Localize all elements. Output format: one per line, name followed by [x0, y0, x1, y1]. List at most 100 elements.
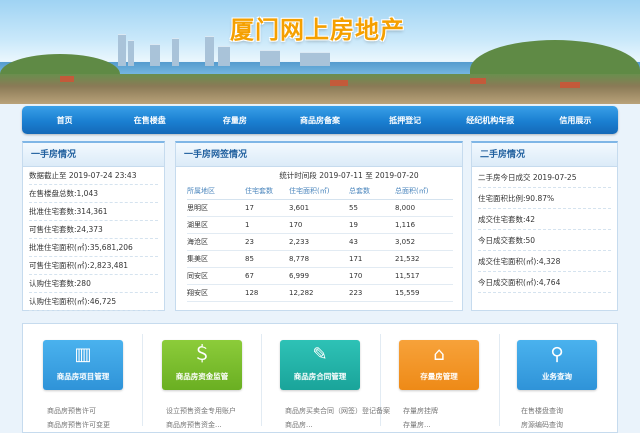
cell: 23 [245, 233, 289, 251]
col-res-area: 住宅面积(㎡) [289, 183, 349, 200]
site-title: 厦门网上房地产 [230, 15, 405, 44]
card-sublink[interactable]: 房源编码查询 [521, 420, 563, 430]
banner-building [172, 38, 179, 66]
first-hand-stat: 可售住宅面积(㎡):2,823,481 [29, 257, 158, 275]
banner-building [118, 34, 126, 66]
divider [499, 334, 500, 426]
card-sublink[interactable]: 商品房预售许可 [47, 406, 96, 416]
cell: 15,559 [395, 284, 453, 302]
cell: 43 [349, 233, 395, 251]
second-hand-stat: 成交住宅套数:42 [478, 209, 611, 230]
nav-mortgage[interactable]: 抵押登记 [363, 115, 448, 126]
cell: 85 [245, 250, 289, 268]
fund-supervision-card[interactable]: ＄ 商品房资金监管 [162, 340, 242, 390]
business-query-card[interactable]: ⚲ 业务查询 [517, 340, 597, 390]
cell: 海沧区 [187, 233, 245, 251]
range-from: 2019-07-11 [319, 171, 363, 180]
cell: 1 [245, 216, 289, 234]
range-to: 2019-07-20 [375, 171, 419, 180]
banner-building [260, 50, 280, 66]
online-sign-title: 一手房网签情况 [176, 143, 462, 167]
cell: 3,601 [289, 199, 349, 217]
range-to-label: 至 [365, 171, 373, 180]
table-row: 同安区 67 6,999 170 11,517 [187, 267, 453, 285]
cell: 8,000 [395, 199, 453, 217]
first-hand-stat: 可售住宅套数:24,373 [29, 221, 158, 239]
first-hand-stat: 批准住宅套数:314,361 [29, 203, 158, 221]
cell: 湖里区 [187, 216, 245, 234]
cell: 6,999 [289, 267, 349, 285]
col-total-units: 总套数 [349, 183, 395, 200]
search-icon: ⚲ [550, 344, 564, 365]
first-hand-stat: 数据截止至 2019-07-24 23:43 [29, 167, 158, 185]
col-district: 所属地区 [187, 183, 245, 200]
money-house-icon: ＄ [193, 344, 211, 365]
services-section: ▥ 商品房项目管理 商品房预售许可 商品房预售许可变更 ＄ 商品房资金监管 设立… [22, 323, 618, 433]
second-hand-stat: 二手房今日成交 2019-07-25 [478, 167, 611, 188]
nav-existing-housing[interactable]: 存量房 [192, 115, 277, 126]
card-label: 商品房资金监管 [175, 372, 229, 381]
table-row: 海沧区 23 2,233 43 3,052 [187, 233, 453, 251]
banner-building [150, 44, 160, 66]
cell: 12,282 [289, 284, 349, 302]
divider [261, 334, 262, 426]
banner-building [300, 52, 330, 66]
edit-icon: ✎ [312, 344, 328, 365]
cell: 17 [245, 199, 289, 217]
card-sublink[interactable]: 存量房... [403, 420, 431, 430]
table-row: 湖里区 1 170 19 1,116 [187, 216, 453, 234]
card-sublink[interactable]: 商品房... [285, 420, 313, 430]
nav-credit[interactable]: 信用展示 [533, 115, 618, 126]
banner-roof [60, 76, 74, 82]
second-hand-stat: 成交住宅面积(㎡):4,328 [478, 251, 611, 272]
nav-filing[interactable]: 商品房备案 [277, 115, 362, 126]
banner-roof [330, 80, 348, 86]
banner-roof [470, 78, 486, 84]
nav-on-sale[interactable]: 在售楼盘 [107, 115, 192, 126]
banner-roof [560, 82, 580, 88]
project-management-card[interactable]: ▥ 商品房项目管理 [43, 340, 123, 390]
banner-building [128, 40, 134, 66]
card-label: 商品房合同管理 [293, 372, 347, 381]
table-row: 思明区 17 3,601 55 8,000 [187, 199, 453, 217]
cell: 21,532 [395, 250, 453, 268]
table-header-row: 所属地区 住宅套数 住宅面积(㎡) 总套数 总面积(㎡) [187, 183, 453, 200]
nav-home[interactable]: 首页 [22, 115, 107, 126]
card-sublink[interactable]: 商品房预售许可变更 [47, 420, 110, 430]
banner-building [218, 46, 230, 66]
table-row: 集美区 85 8,778 171 21,532 [187, 250, 453, 268]
online-sign-panel: 一手房网签情况 统计时间段 2019-07-11 至 2019-07-20 所属… [175, 141, 463, 311]
first-hand-panel: 一手房情况 数据截止至 2019-07-24 23:43 在售楼盘总数:1,04… [22, 141, 165, 311]
card-label: 存量房管理 [420, 372, 458, 381]
first-hand-stat: 认购住宅套数:280 [29, 275, 158, 293]
header-banner: 厦门网上房地产 [0, 0, 640, 104]
cell: 128 [245, 284, 289, 302]
nav-broker-report[interactable]: 经纪机构年报 [448, 115, 533, 126]
second-hand-stat: 今日成交套数:50 [478, 230, 611, 251]
cell: 170 [349, 267, 395, 285]
first-hand-stat: 在售楼盘总数:1,043 [29, 185, 158, 203]
second-hand-stat: 今日成交面积(㎡):4,764 [478, 272, 611, 293]
cell: 223 [349, 284, 395, 302]
contract-management-card[interactable]: ✎ 商品房合同管理 [280, 340, 360, 390]
cell: 19 [349, 216, 395, 234]
table-row: 翔安区 128 12,282 223 15,559 [187, 284, 453, 302]
cell: 翔安区 [187, 284, 245, 302]
cell: 171 [349, 250, 395, 268]
banner-building [205, 36, 214, 66]
building-icon: ▥ [74, 344, 92, 365]
card-sublink[interactable]: 商品房买卖合同（网签）登记备案 [285, 406, 390, 416]
col-total-area: 总面积(㎡) [395, 183, 453, 200]
card-label: 业务查询 [542, 372, 572, 381]
card-sublink[interactable]: 商品房预售资金... [166, 420, 222, 430]
bank-icon: ⌂ [433, 344, 445, 365]
cell: 2,233 [289, 233, 349, 251]
card-sublink[interactable]: 设立预售资金专用账户 [166, 406, 236, 416]
first-hand-stat: 认购住宅面积(㎡):46,725 [29, 293, 158, 311]
cell: 170 [289, 216, 349, 234]
cell: 集美区 [187, 250, 245, 268]
card-sublink[interactable]: 在售楼盘查询 [521, 406, 563, 416]
card-sublink[interactable]: 存量房挂牌 [403, 406, 438, 416]
existing-housing-card[interactable]: ⌂ 存量房管理 [399, 340, 479, 390]
cell: 67 [245, 267, 289, 285]
